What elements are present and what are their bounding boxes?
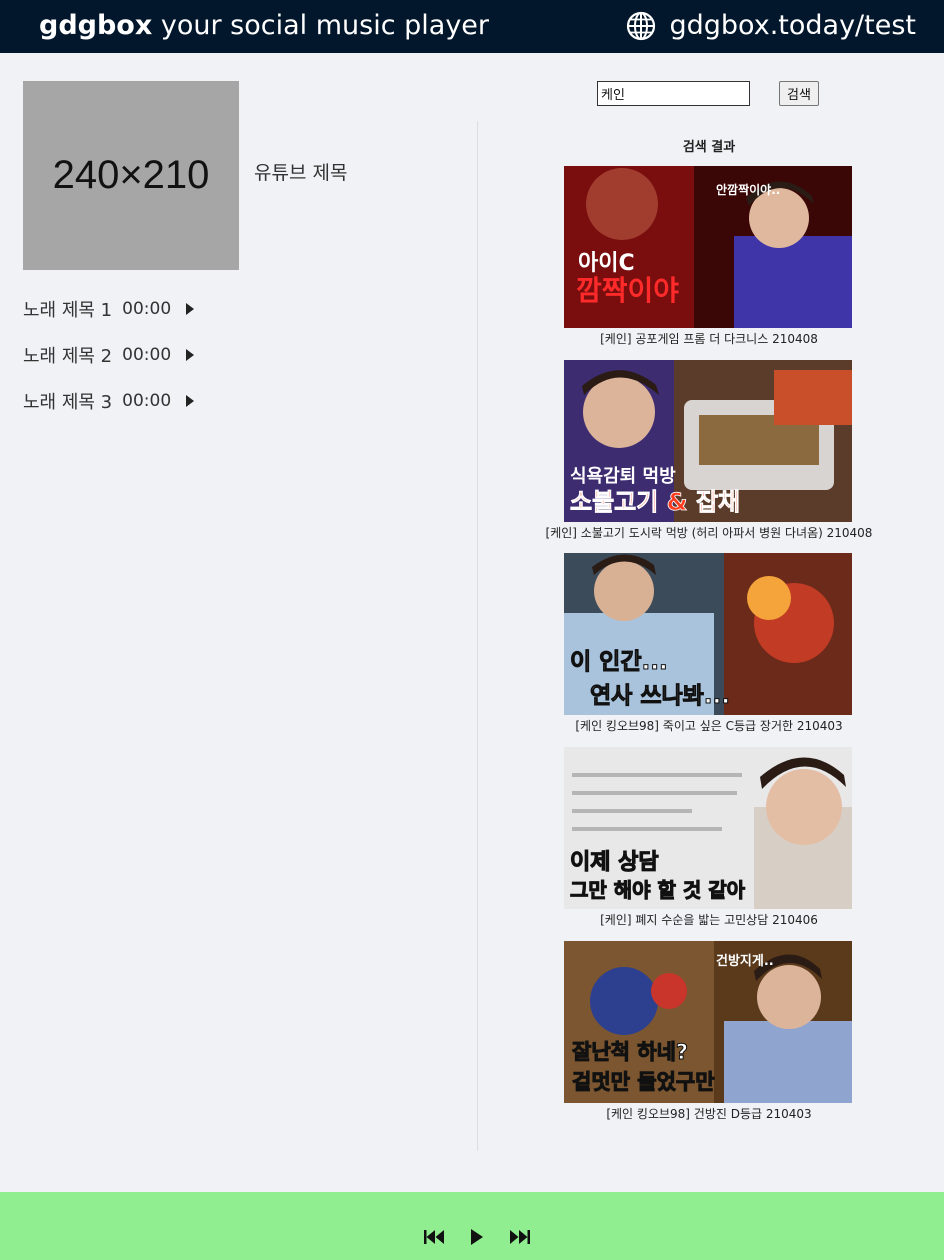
thumb-text: 소불고기 & 잡채	[570, 488, 740, 516]
result-caption[interactable]: [케인] 공포게임 프롬 더 다크니스 210408	[478, 330, 940, 347]
result-thumbnail[interactable]: 식욕감퇴 먹방 소불고기 & 잡채	[564, 360, 852, 522]
room-link[interactable]: gdgbox.today/test	[626, 6, 916, 46]
thumb-text: 그만 해야 할 것 같아	[570, 878, 746, 902]
song-title: 노래 제목 1	[23, 300, 113, 321]
result-thumbnail[interactable]: 이 인간... 연사 쓰나봐...	[564, 553, 852, 715]
thumb-text: 잘난척 하네?	[572, 1040, 688, 1064]
thumb-text: 겉멋만 들었구만	[572, 1070, 715, 1094]
player-bar	[0, 1192, 944, 1260]
globe-icon	[627, 11, 656, 41]
search-input[interactable]	[597, 81, 750, 106]
brand-name: gdgbox	[39, 10, 153, 41]
result-thumbnail[interactable]: 건방지게.. 잘난척 하네? 겉멋만 들었구만	[564, 941, 852, 1103]
playlist-item: 노래 제목 3 00:00	[23, 378, 195, 424]
thumb-text: 이 인간...	[570, 649, 668, 675]
play-icon[interactable]	[185, 394, 195, 408]
search-result[interactable]: 이 인간... 연사 쓰나봐... [케인 킹오브98] 죽이고 싶은 C등급 …	[478, 553, 940, 743]
thumb-text: 식욕감퇴 먹방	[570, 466, 676, 487]
playlist: 노래 제목 1 00:00 노래 제목 2 00:00 노래 제목 3 00:0…	[23, 286, 195, 424]
result-caption[interactable]: [케인] 폐지 수순을 밟는 고민상담 210406	[478, 911, 940, 928]
thumb-text: 깜짝이야	[576, 274, 679, 307]
thumb-text: 연사 쓰나봐...	[590, 683, 730, 709]
search-result[interactable]: 아이C 깜짝이야 안깜짝이야.. [케인] 공포게임 프롬 더 다크니스 210…	[478, 166, 940, 356]
search-result[interactable]: 식욕감퇴 먹방 소불고기 & 잡채 [케인] 소불고기 도시락 먹방 (허리 아…	[478, 360, 940, 550]
result-thumbnail[interactable]: 이제 상담 그만 해야 할 것 같아	[564, 747, 852, 909]
thumb-bubble: 건방지게..	[716, 953, 774, 969]
result-caption[interactable]: [케인 킹오브98] 건방진 D등급 210403	[478, 1105, 940, 1122]
brand: gdgbox your social music player	[39, 6, 489, 46]
room-url[interactable]: gdgbox.today/test	[669, 6, 916, 46]
thumb-text: 아이C	[578, 251, 635, 276]
skip-forward-icon[interactable]	[509, 1228, 531, 1246]
search-button[interactable]: 검색	[779, 81, 819, 106]
song-time: 00:00	[122, 299, 172, 319]
song-time: 00:00	[122, 391, 172, 411]
result-caption[interactable]: [케인] 소불고기 도시락 먹방 (허리 아파서 병원 다녀옴) 210408	[478, 524, 940, 541]
playlist-item: 노래 제목 2 00:00	[23, 332, 195, 378]
result-caption[interactable]: [케인 킹오브98] 죽이고 싶은 C등급 장거한 210403	[478, 717, 940, 734]
playlist-item: 노래 제목 1 00:00	[23, 286, 195, 332]
app-header: gdgbox your social music player gdgbox.t…	[0, 0, 944, 53]
thumb-text: 이제 상담	[570, 850, 659, 875]
search-result[interactable]: 이제 상담 그만 해야 할 것 같아 [케인] 폐지 수순을 밟는 고민상담 2…	[478, 747, 940, 937]
youtube-title: 유튜브 제목	[254, 162, 348, 184]
skip-back-icon[interactable]	[423, 1228, 445, 1246]
search-result[interactable]: 건방지게.. 잘난척 하네? 겉멋만 들었구만 [케인 킹오브98] 건방진 D…	[478, 941, 940, 1131]
play-icon[interactable]	[185, 348, 195, 362]
song-title: 노래 제목 2	[23, 346, 113, 367]
play-icon[interactable]	[185, 302, 195, 316]
now-playing-thumbnail: 240×210	[23, 81, 239, 270]
play-icon[interactable]	[469, 1228, 485, 1246]
result-thumbnail[interactable]: 아이C 깜짝이야 안깜짝이야..	[564, 166, 852, 328]
brand-tagline: your social music player	[160, 10, 490, 41]
thumbnail-placeholder-text: 240×210	[52, 153, 210, 197]
results-heading: 검색 결과	[682, 140, 736, 155]
song-time: 00:00	[122, 345, 172, 365]
thumb-bubble: 안깜짝이야..	[716, 182, 780, 197]
song-title: 노래 제목 3	[23, 392, 113, 413]
